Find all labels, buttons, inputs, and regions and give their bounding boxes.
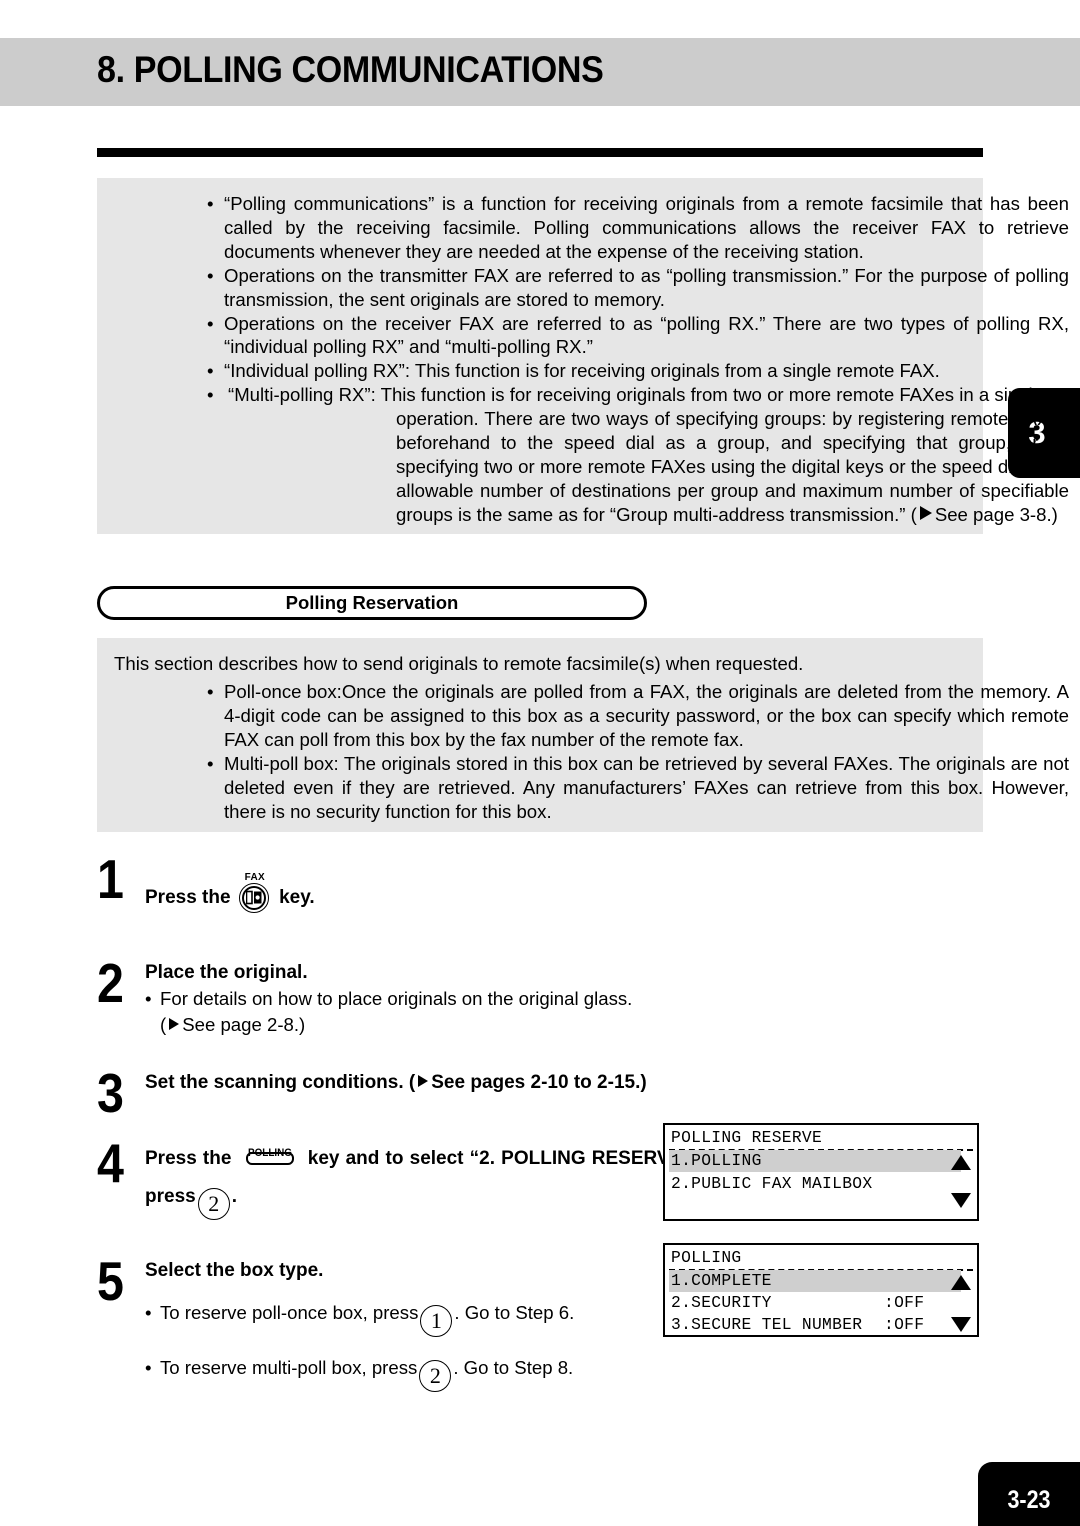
lcd-menu-item-label: 2.SECURITY [671, 1293, 772, 1312]
multipoll-see-page: See page 3-8.) [934, 503, 1058, 525]
step-5-option-2-post: . Go to Step 8. [453, 1357, 574, 1378]
bullet-marker: • [207, 752, 214, 774]
scroll-up-arrow-icon[interactable] [951, 1155, 971, 1170]
step-1-text-before: Press the [145, 887, 231, 908]
bullet-marker: • [207, 681, 214, 702]
keypad-key-2[interactable]: 2 [419, 1360, 452, 1392]
list-item: • “Polling communications” is a function… [207, 192, 1069, 264]
scroll-down-arrow-icon[interactable] [951, 1193, 971, 1208]
step-2-heading: Place the original. [145, 962, 308, 983]
lcd-menu-item-selected[interactable]: 1.COMPLETE [669, 1270, 961, 1292]
bullet-text: Operations on the receiver FAX are refer… [224, 312, 1069, 358]
lcd-menu-item[interactable]: 2.SECURITY :OFF [669, 1292, 961, 1314]
arrow-right-icon [418, 1075, 429, 1087]
step-5: 5 Select the box type. • To reserve poll… [97, 1250, 657, 1392]
step-3: 3 Set the scanning conditions. ( See page… [97, 1062, 657, 1140]
fax-glyph-icon [245, 890, 262, 905]
polling-key-button-outline [245, 1152, 294, 1165]
procedure-steps: 1 Press the FAX key. 2 Place the origina… [97, 848, 697, 1392]
step-number: 1 [97, 848, 124, 910]
step-number: 5 [97, 1250, 124, 1312]
header-divider-rule [97, 148, 983, 157]
lcd-menu-item-value: :OFF [884, 1293, 925, 1312]
bullet-text: “Polling communications” is a function f… [224, 193, 1069, 262]
lcd-menu-item-label: 3.SECURE TEL NUMBER [671, 1315, 863, 1334]
list-item: • Poll-once box:Once the originals are p… [207, 680, 1069, 752]
step-5-option-1-pre: To reserve poll-once box, press [160, 1302, 419, 1323]
reservation-intro-text: This section describes how to send origi… [114, 653, 804, 674]
intro-description-panel: • “Polling communications” is a function… [97, 178, 1069, 534]
step-3-text-after: See pages 2-10 to 2-15.) [431, 1072, 647, 1093]
bullet-marker: • [207, 312, 214, 334]
list-item: • Operations on the receiver FAX are ref… [207, 312, 1069, 360]
reservation-description-panel: This section describes how to send origi… [97, 638, 1069, 832]
list-item: • Operations on the transmitter FAX are … [207, 264, 1069, 312]
page-number: 3-23 [1007, 1486, 1051, 1514]
lcd-display-polling: POLLING 1.COMPLETE 2.SECURITY :OFF 3.SEC… [663, 1243, 979, 1337]
step-4-text-before: Press the [145, 1148, 232, 1169]
bullet-marker: • [145, 988, 152, 1009]
lcd-menu-item-label: 1.COMPLETE [671, 1271, 772, 1290]
bullet-marker: • [145, 1357, 152, 1378]
lcd-menu-item-value: :OFF [884, 1315, 925, 1334]
step-2: 2 Place the original. • For details on h… [97, 952, 657, 1070]
lcd-menu-item-selected[interactable]: 1.POLLING [669, 1150, 961, 1172]
bullet-marker: • [207, 360, 214, 382]
poll-once-box-label: Poll-once box: [224, 681, 342, 702]
lcd-menu-item[interactable]: 2.PUBLIC FAX MAILBOX [669, 1173, 961, 1195]
step-2-see-page: See page 2-8.) [182, 1014, 306, 1035]
step-number: 3 [97, 1062, 124, 1124]
arrow-right-icon [919, 505, 932, 520]
scroll-down-arrow-icon[interactable] [951, 1317, 971, 1332]
list-item: • To reserve multi-poll box, press 2. Go … [145, 1355, 657, 1392]
bullet-marker: • [207, 384, 214, 406]
bullet-marker: • [145, 1302, 152, 1323]
step-2-see-paren: ( [160, 1014, 167, 1035]
multi-poll-box-label: Multi-poll box: [224, 752, 339, 774]
step-number: 4 [97, 1132, 124, 1194]
list-item: • Multi-poll box: The originals stored i… [207, 752, 1069, 824]
polling-key-icon[interactable]: POLLING [242, 1143, 298, 1169]
arrow-right-icon [169, 1018, 180, 1030]
lcd-menu-item-label: 1.POLLING [671, 1151, 762, 1170]
bullet-marker: • [207, 193, 214, 214]
lcd-menu-item-label: 2.PUBLIC FAX MAILBOX [671, 1174, 873, 1193]
list-item: • “Individual polling RX”: This function… [207, 359, 1069, 383]
bullet-text: Operations on the transmitter FAX are re… [224, 264, 1069, 310]
step-5-heading: Select the box type. [145, 1260, 324, 1281]
step-1-text-after: key. [279, 887, 315, 908]
keypad-key-2[interactable]: 2 [197, 1188, 230, 1220]
section-heading-pill: Polling Reservation [97, 586, 647, 620]
scroll-up-arrow-icon[interactable] [951, 1275, 971, 1290]
list-item-multipoll: • “Multi-polling RX”: This function is f… [207, 383, 1069, 526]
lcd-display-polling-reserve: POLLING RESERVE 1.POLLING 2.PUBLIC FAX M… [663, 1123, 979, 1221]
step-4: 4 Press the POLLING key and to select “2… [97, 1132, 697, 1258]
lcd-menu-item[interactable]: 3.SECURE TEL NUMBER :OFF [669, 1314, 961, 1336]
bullet-marker: • [207, 264, 214, 286]
poll-once-box-text: Once the originals are polled from a FAX… [224, 681, 1069, 750]
multipoll-label: “Multi-polling RX”: This function is for… [228, 384, 1043, 406]
intro-bullet-list: • “Polling communications” is a function… [207, 192, 1069, 527]
lcd-title: POLLING RESERVE [671, 1128, 823, 1147]
reservation-bullet-list: • Poll-once box:Once the originals are p… [207, 680, 1069, 823]
page-title: 8. POLLING COMMUNICATIONS [97, 49, 604, 90]
bullet-text: “Individual polling RX”: This function i… [224, 360, 940, 382]
page-number-tab: 3-23 [978, 1462, 1080, 1526]
multi-poll-box-text: The originals stored in this box can be … [224, 752, 1069, 822]
lcd-title: POLLING [671, 1248, 742, 1267]
fax-key-icon[interactable]: FAX [238, 872, 271, 913]
step-5-option-1-post: . Go to Step 6. [454, 1302, 575, 1323]
step-3-text-before: Set the scanning conditions. ( [145, 1072, 416, 1093]
step-5-option-2-pre: To reserve multi-poll box, press [160, 1357, 418, 1378]
step-1: 1 Press the FAX key. [97, 848, 657, 960]
step-2-detail-text: For details on how to place originals on… [160, 988, 633, 1009]
step-4-text-end: . [231, 1186, 237, 1207]
section-heading-label: Polling Reservation [285, 592, 459, 613]
keypad-key-1[interactable]: 1 [420, 1305, 453, 1337]
step-number: 2 [97, 952, 124, 1014]
list-item: • To reserve poll-once box, press 1. Go t… [145, 1300, 657, 1337]
